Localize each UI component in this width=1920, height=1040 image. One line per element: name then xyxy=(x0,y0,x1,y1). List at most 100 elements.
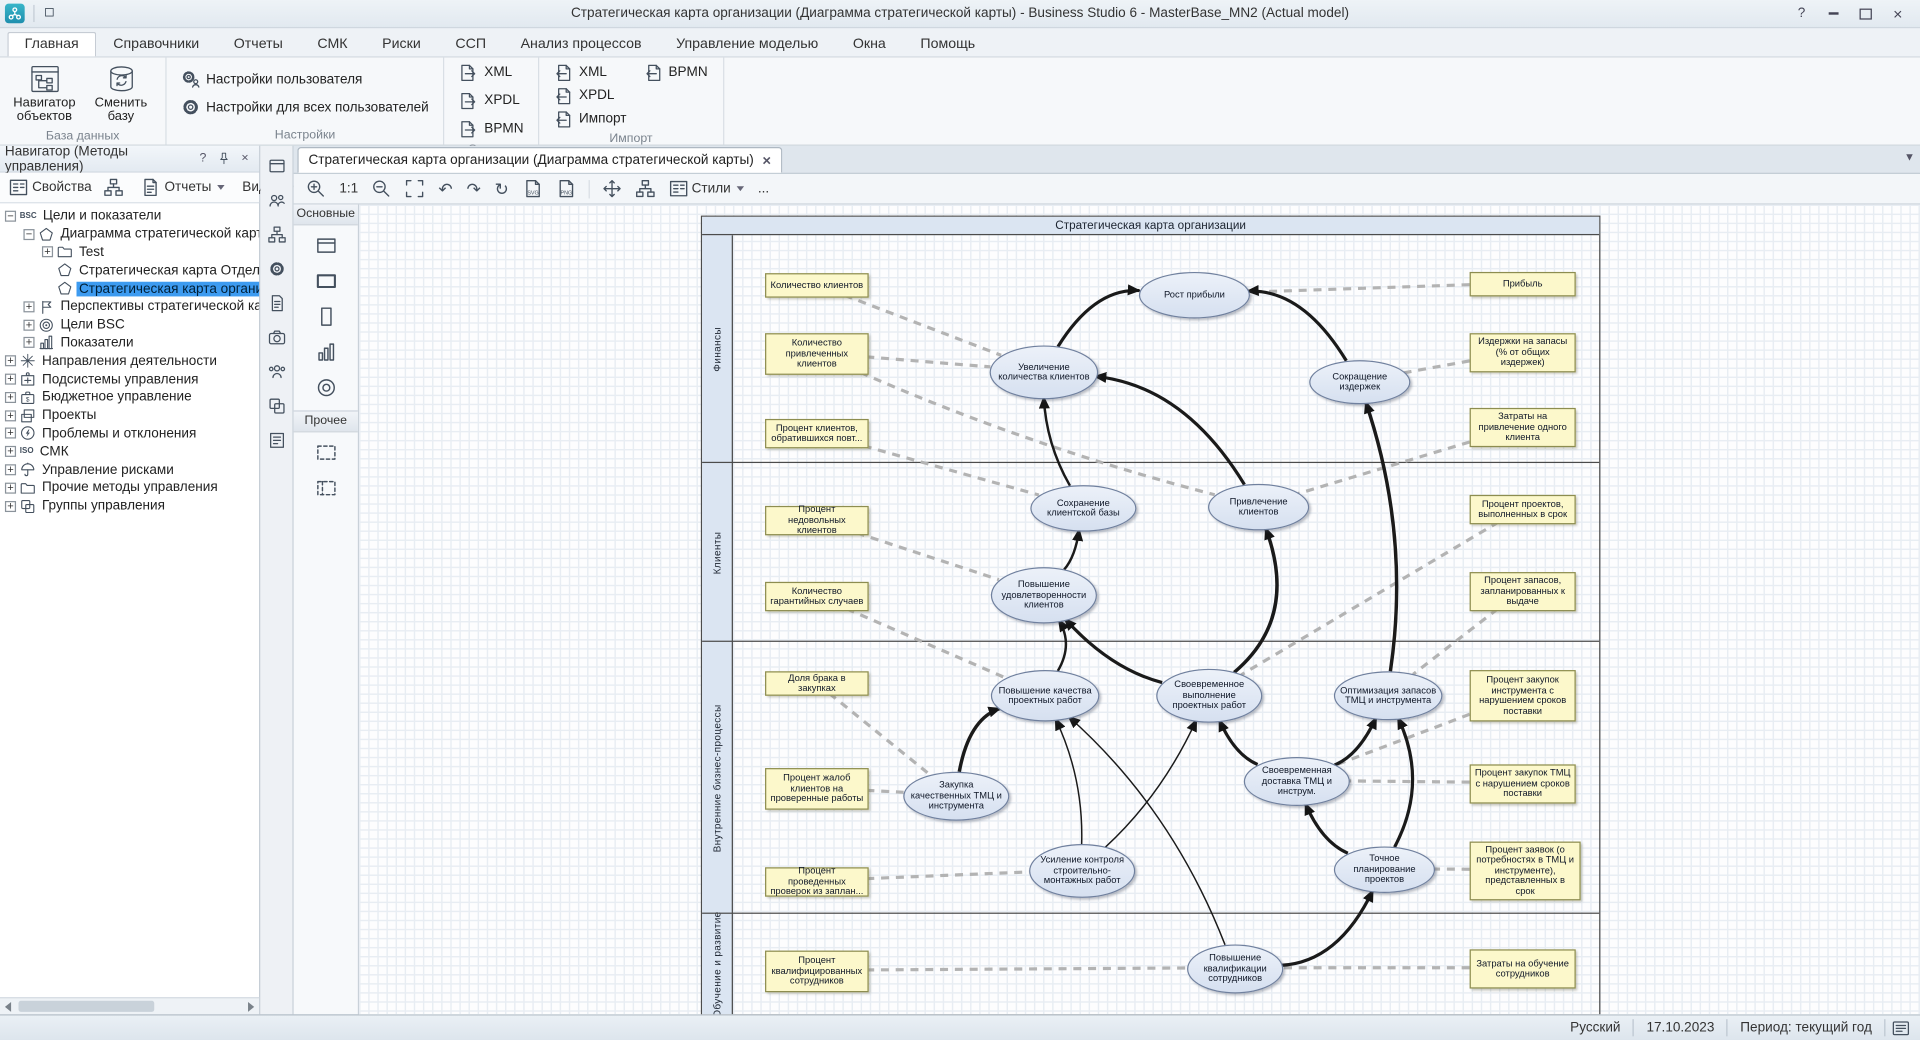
panel-doc-button[interactable] xyxy=(263,290,289,316)
palette-shape-target-button[interactable] xyxy=(304,371,348,403)
ribbon-button-Импорт-Импорт[interactable]: Импорт xyxy=(547,107,634,131)
ribbon-tab-Риски[interactable]: Риски xyxy=(365,32,438,56)
palette-shape-dashed-lane-button[interactable] xyxy=(304,472,348,504)
goal-node[interactable]: Своевременная доставка ТМЦ и инструм. xyxy=(1244,757,1350,806)
tree-expander-icon[interactable]: + xyxy=(5,464,16,475)
ribbon-tab-ССП[interactable]: ССП xyxy=(438,32,503,56)
goal-node[interactable]: Повышение квалификации сотрудников xyxy=(1187,944,1283,993)
panel-orgchart-button[interactable] xyxy=(263,222,289,248)
tree-expander-icon[interactable]: + xyxy=(23,301,34,312)
panel-help-button[interactable]: ? xyxy=(194,149,213,167)
kpi-node[interactable]: Процент квалифицированных сотрудников xyxy=(765,951,869,993)
panel-gear-button[interactable] xyxy=(263,256,289,282)
redo-button[interactable]: ↷ xyxy=(464,178,483,200)
goal-node[interactable]: Привлечение клиентов xyxy=(1208,484,1309,531)
kpi-node[interactable]: Прибыль xyxy=(1470,272,1576,296)
close-tab-icon[interactable]: × xyxy=(762,152,771,169)
tree-item[interactable]: +Перспективы стратегической карты xyxy=(0,298,259,316)
palette-shape-lane-button[interactable] xyxy=(304,229,348,261)
panel-close-button[interactable]: × xyxy=(236,149,255,167)
ribbon-tab-Анализ процессов[interactable]: Анализ процессов xyxy=(503,32,659,56)
palette-shape-chart-button[interactable] xyxy=(304,336,348,368)
styles-button[interactable]: Стили xyxy=(666,176,747,200)
ribbon-tab-Справочники[interactable]: Справочники xyxy=(96,32,217,56)
reports-button[interactable]: Отчеты xyxy=(136,175,230,199)
properties-button[interactable]: Свойства xyxy=(4,175,97,199)
kpi-node[interactable]: Процент проведенных проверок из заплан..… xyxy=(765,867,869,896)
window-minimize-button[interactable] xyxy=(1819,4,1849,24)
goal-node[interactable]: Сокращение издержек xyxy=(1309,360,1410,404)
status-date[interactable]: 17.10.2023 xyxy=(1634,1020,1727,1035)
kpi-node[interactable]: Процент клиентов, обратившихся повт... xyxy=(765,419,869,448)
toolbar-overflow-button[interactable]: ... xyxy=(755,179,771,199)
tree-expander-icon[interactable]: + xyxy=(5,446,16,457)
window-maximize-button[interactable] xyxy=(1851,4,1881,24)
zoom-100-button[interactable]: 1:1 xyxy=(337,179,361,199)
document-tab[interactable]: Стратегическая карта организации (Диагра… xyxy=(297,147,782,173)
fit-screen-button[interactable] xyxy=(403,176,428,200)
kpi-node[interactable]: Процент закупок инструмента с нарушением… xyxy=(1470,670,1576,721)
tree-item[interactable]: +Прочие методы управления xyxy=(0,479,259,497)
tree-item[interactable]: +ISOСМК xyxy=(0,443,259,461)
tree-expander-icon[interactable]: + xyxy=(5,356,16,367)
tree-item[interactable]: Стратегическая карта организа xyxy=(0,280,259,298)
hierarchy-button[interactable] xyxy=(632,176,657,200)
kpi-node[interactable]: Процент проектов, выполненных в срок xyxy=(1470,495,1576,524)
export-svg-button[interactable]: SVG xyxy=(520,176,545,200)
tree-expander-icon[interactable]: + xyxy=(5,501,16,512)
zoom-in-button[interactable] xyxy=(304,176,329,200)
tree-expander-icon[interactable]: − xyxy=(23,229,34,240)
ribbon-tab-Помощь[interactable]: Помощь xyxy=(903,32,992,56)
ribbon-button-BPMN[interactable]: BPMN xyxy=(452,116,531,140)
customize-quick-access-button[interactable] xyxy=(43,2,55,24)
kpi-node[interactable]: Процент жалоб клиентов на проверенные ра… xyxy=(765,768,869,810)
tree-item[interactable]: −Диаграмма стратегической карты xyxy=(0,225,259,243)
kpi-node[interactable]: Процент закупок ТМЦ с нарушением сроков … xyxy=(1470,764,1576,803)
tree-expander-icon[interactable]: − xyxy=(5,211,16,222)
kpi-node[interactable]: Процент запасов, запланированных к выдач… xyxy=(1470,572,1576,611)
tree-item[interactable]: +Test xyxy=(0,243,259,261)
goal-node[interactable]: Повышение удовлетворенности клиентов xyxy=(991,567,1097,623)
ribbon-button-Настройки для всех пользователей[interactable]: Настройки для всех пользователей xyxy=(174,95,436,119)
ribbon-tab-Окна[interactable]: Окна xyxy=(836,32,904,56)
panel-camera-button[interactable] xyxy=(263,325,289,351)
kpi-node[interactable]: Процент заявок (о потребностях в ТМЦ и и… xyxy=(1470,842,1581,901)
panel-pin-button[interactable] xyxy=(215,149,234,167)
tree-item[interactable]: +Проекты xyxy=(0,406,259,424)
refresh-button[interactable]: ↻ xyxy=(492,178,511,200)
palette-shape-vrect-button[interactable] xyxy=(304,300,348,332)
tree-item[interactable]: −BSCЦели и показатели xyxy=(0,207,259,225)
tree-item[interactable]: +Группы управления xyxy=(0,497,259,515)
goal-node[interactable]: Оптимизация запасов ТМЦ и инструмента xyxy=(1334,671,1443,720)
panel-card-button[interactable] xyxy=(263,153,289,179)
palette-shape-dashed-button[interactable] xyxy=(304,436,348,468)
ribbon-button-XPDL[interactable]: XPDL xyxy=(452,88,531,112)
tree-item[interactable]: +Показатели xyxy=(0,334,259,352)
kpi-node[interactable]: Количество привлеченных клиентов xyxy=(765,333,869,375)
goal-node[interactable]: Увеличение количества клиентов xyxy=(990,345,1099,399)
ribbon-button-Сменить базу[interactable]: Сменить базу xyxy=(84,60,158,127)
tree-item[interactable]: Стратегическая карта Отдела о xyxy=(0,261,259,279)
scroll-right-button[interactable] xyxy=(243,999,259,1014)
diagram-canvas[interactable]: Стратегическая карта организации Финансы… xyxy=(359,205,1920,1015)
goal-node[interactable]: Усиление контроля строительно-монтажных … xyxy=(1029,844,1135,898)
ribbon-button-Настройки пользователя[interactable]: Настройки пользователя xyxy=(174,67,436,91)
ribbon-tab-Главная[interactable]: Главная xyxy=(7,32,96,56)
window-close-button[interactable]: × xyxy=(1883,4,1913,24)
tree-item[interactable]: +$Бюджетное управление xyxy=(0,388,259,406)
tree-expander-icon[interactable]: + xyxy=(5,392,16,403)
hierarchy-button[interactable] xyxy=(99,175,129,199)
tree-expander-icon[interactable]: + xyxy=(5,374,16,385)
ribbon-tab-СМК[interactable]: СМК xyxy=(300,32,365,56)
palette-section-Основные[interactable]: Основные xyxy=(294,205,358,226)
palette-section-Прочее[interactable]: Прочее xyxy=(294,410,358,432)
scroll-left-button[interactable] xyxy=(0,999,16,1014)
undo-button[interactable]: ↶ xyxy=(436,178,455,200)
ribbon-tab-Управление моделью[interactable]: Управление моделью xyxy=(659,32,836,56)
goal-node[interactable]: Своевременное выполнение проектных работ xyxy=(1156,669,1262,723)
ribbon-button-Импорт-XML[interactable]: XML xyxy=(547,60,634,84)
scroll-thumb[interactable] xyxy=(19,1001,155,1012)
tree-expander-icon[interactable]: + xyxy=(42,247,53,258)
ribbon-button-Импорт-XPDL[interactable]: XPDL xyxy=(547,83,634,107)
export-png-button[interactable]: PNG xyxy=(553,176,578,200)
